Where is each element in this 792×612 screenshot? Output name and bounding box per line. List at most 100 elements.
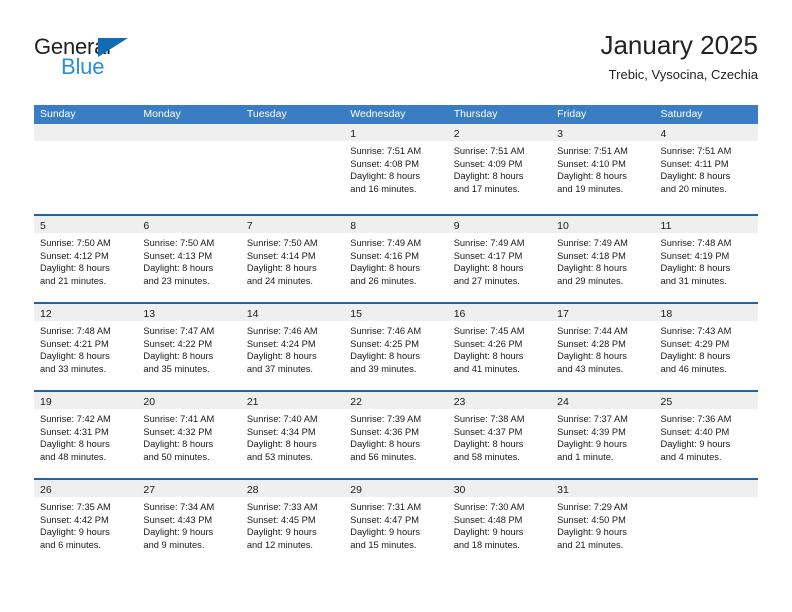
calendar-day-cell[interactable]: 5 Sunrise: 7:50 AM Sunset: 4:12 PM Daylight… xyxy=(34,216,138,302)
daylight-text-cont: and 23 minutes. xyxy=(143,275,210,286)
day-details: Sunrise: 7:33 AM Sunset: 4:45 PM Daylight:… xyxy=(241,497,344,551)
sunrise-text: Sunrise: 7:38 AM xyxy=(453,414,525,424)
daylight-text: Daylight: 9 hours xyxy=(246,527,317,538)
daylight-text-cont: and 53 minutes. xyxy=(246,451,313,462)
day-details xyxy=(241,141,344,145)
calendar-day-cell[interactable]: 18 Sunrise: 7:43 AM Sunset: 4:29 PM Dayligh… xyxy=(654,304,758,390)
sunrise-text: Sunrise: 7:48 AM xyxy=(660,238,732,248)
calendar-day-cell[interactable]: 23 Sunrise: 7:38 AM Sunset: 4:37 PM Dayligh… xyxy=(447,392,552,478)
calendar-day-cell[interactable]: 24 Sunrise: 7:37 AM Sunset: 4:39 PM Dayligh… xyxy=(551,392,655,478)
calendar-day-cell[interactable]: 16 Sunrise: 7:45 AM Sunset: 4:26 PM Dayligh… xyxy=(447,304,552,390)
weekday-header-friday: Friday xyxy=(557,108,587,120)
sunset-text: Sunset: 4:28 PM xyxy=(557,338,626,349)
day-number: 31 xyxy=(557,484,569,496)
daylight-text: Daylight: 8 hours xyxy=(40,351,110,362)
sunset-text: Sunset: 4:45 PM xyxy=(246,514,316,525)
calendar-day-cell[interactable]: 1 Sunrise: 7:51 AM Sunset: 4:08 PM Daylight… xyxy=(344,124,448,214)
daylight-text-cont: and 26 minutes. xyxy=(350,275,417,286)
day-number-band xyxy=(34,124,138,141)
calendar-day-cell[interactable]: 28 Sunrise: 7:33 AM Sunset: 4:45 PM Dayligh… xyxy=(240,480,345,566)
page-header: General Blue January 2025 Trebic, Vysoci… xyxy=(34,28,758,100)
day-number-band xyxy=(240,124,345,141)
sunrise-text: Sunrise: 7:42 AM xyxy=(40,414,111,424)
daylight-text: Daylight: 8 hours xyxy=(557,351,627,362)
calendar-day-cell[interactable]: 29 Sunrise: 7:31 AM Sunset: 4:47 PM Dayligh… xyxy=(344,480,448,566)
daylight-text: Daylight: 8 hours xyxy=(660,171,731,182)
sunrise-text: Sunrise: 7:40 AM xyxy=(246,414,318,424)
day-number-band: 3 xyxy=(551,124,655,141)
calendar-day-cell[interactable]: 26 Sunrise: 7:35 AM Sunset: 4:42 PM Dayligh… xyxy=(34,480,138,566)
calendar-day-cell[interactable]: 21 Sunrise: 7:40 AM Sunset: 4:34 PM Dayligh… xyxy=(240,392,345,478)
calendar-day-cell[interactable]: 15 Sunrise: 7:46 AM Sunset: 4:25 PM Dayligh… xyxy=(344,304,448,390)
day-number: 3 xyxy=(557,128,563,140)
daylight-text-cont: and 43 minutes. xyxy=(557,363,624,374)
calendar-day-cell[interactable]: 12 Sunrise: 7:48 AM Sunset: 4:21 PM Dayligh… xyxy=(34,304,138,390)
sunrise-text: Sunrise: 7:51 AM xyxy=(453,146,525,156)
calendar-day-cell[interactable]: 7 Sunrise: 7:50 AM Sunset: 4:14 PM Daylight… xyxy=(240,216,345,302)
daylight-text: Daylight: 8 hours xyxy=(143,351,214,362)
calendar-day-cell[interactable]: 17 Sunrise: 7:44 AM Sunset: 4:28 PM Dayligh… xyxy=(551,304,655,390)
daylight-text: Daylight: 8 hours xyxy=(453,263,524,274)
day-number: 7 xyxy=(246,220,253,232)
daylight-text-cont: and 1 minute. xyxy=(557,451,614,462)
day-number: 1 xyxy=(350,128,357,140)
day-details: Sunrise: 7:50 AM Sunset: 4:14 PM Daylight:… xyxy=(241,233,344,287)
weekday-header-row: Sunday Monday Tuesday Wednesday Thursday Frid… xyxy=(34,105,758,124)
weekday-header-tuesday: Tuesday xyxy=(246,108,287,120)
calendar-day-cell[interactable]: 10 Sunrise: 7:49 AM Sunset: 4:18 PM Dayligh… xyxy=(551,216,655,302)
day-details: Sunrise: 7:49 AM Sunset: 4:18 PM Daylight:… xyxy=(551,233,654,287)
calendar-day-cell[interactable]: 4 Sunrise: 7:51 AM Sunset: 4:11 PM Daylight… xyxy=(654,124,758,214)
day-number-band: 14 xyxy=(240,304,345,321)
calendar-day-cell[interactable]: 2 Sunrise: 7:51 AM Sunset: 4:09 PM Daylight… xyxy=(447,124,552,214)
weekday-header-saturday: Saturday xyxy=(660,108,703,120)
sunrise-text: Sunrise: 7:43 AM xyxy=(660,326,732,336)
calendar-day-cell[interactable]: 13 Sunrise: 7:47 AM Sunset: 4:22 PM Dayligh… xyxy=(137,304,241,390)
calendar-day-cell[interactable]: 30 Sunrise: 7:30 AM Sunset: 4:48 PM Dayligh… xyxy=(447,480,552,566)
sunset-text: Sunset: 4:50 PM xyxy=(557,514,626,525)
day-details: Sunrise: 7:37 AM Sunset: 4:39 PM Daylight:… xyxy=(551,409,654,463)
calendar-day-cell[interactable]: 25 Sunrise: 7:36 AM Sunset: 4:40 PM Dayligh… xyxy=(654,392,758,478)
daylight-text: Daylight: 8 hours xyxy=(40,263,110,274)
sunset-text: Sunset: 4:19 PM xyxy=(660,250,730,261)
sunrise-text: Sunrise: 7:49 AM xyxy=(453,238,525,248)
sunset-text: Sunset: 4:37 PM xyxy=(453,426,523,437)
day-details: Sunrise: 7:40 AM Sunset: 4:34 PM Daylight:… xyxy=(241,409,344,463)
sunset-text: Sunset: 4:24 PM xyxy=(246,338,316,349)
calendar-day-cell[interactable]: 11 Sunrise: 7:48 AM Sunset: 4:19 PM Dayligh… xyxy=(654,216,758,302)
calendar-day-cell[interactable]: 6 Sunrise: 7:50 AM Sunset: 4:13 PM Daylight… xyxy=(137,216,241,302)
day-details: Sunrise: 7:51 AM Sunset: 4:10 PM Daylight:… xyxy=(551,141,654,195)
calendar-day-cell[interactable]: 9 Sunrise: 7:49 AM Sunset: 4:17 PM Daylight… xyxy=(447,216,552,302)
daylight-text-cont: and 35 minutes. xyxy=(143,363,210,374)
sunset-text: Sunset: 4:40 PM xyxy=(660,426,730,437)
day-number-band: 9 xyxy=(447,216,552,233)
calendar-day-cell[interactable]: 27 Sunrise: 7:34 AM Sunset: 4:43 PM Dayligh… xyxy=(137,480,241,566)
day-details: Sunrise: 7:36 AM Sunset: 4:40 PM Daylight:… xyxy=(655,409,758,463)
calendar-day-cell[interactable]: 22 Sunrise: 7:39 AM Sunset: 4:36 PM Dayligh… xyxy=(344,392,448,478)
day-number-band: 30 xyxy=(447,480,552,497)
sunset-text: Sunset: 4:22 PM xyxy=(143,338,213,349)
day-number-band: 17 xyxy=(551,304,655,321)
daylight-text-cont: and 12 minutes. xyxy=(246,539,313,550)
calendar-day-cell[interactable]: 3 Sunrise: 7:51 AM Sunset: 4:10 PM Daylight… xyxy=(551,124,655,214)
daylight-text-cont: and 29 minutes. xyxy=(557,275,624,286)
daylight-text: Daylight: 9 hours xyxy=(350,527,421,538)
calendar-day-cell[interactable]: 31 Sunrise: 7:29 AM Sunset: 4:50 PM Dayligh… xyxy=(551,480,655,566)
title-block: January 2025 Trebic, Vysocina, Czechia xyxy=(600,28,758,85)
sunset-text: Sunset: 4:13 PM xyxy=(143,250,213,261)
daylight-text-cont: and 33 minutes. xyxy=(40,363,107,374)
day-number: 22 xyxy=(350,396,362,408)
sunset-text: Sunset: 4:39 PM xyxy=(557,426,626,437)
calendar-day-cell[interactable]: 20 Sunrise: 7:41 AM Sunset: 4:32 PM Dayligh… xyxy=(137,392,241,478)
calendar-day-cell[interactable]: 14 Sunrise: 7:46 AM Sunset: 4:24 PM Dayligh… xyxy=(240,304,345,390)
day-details: Sunrise: 7:46 AM Sunset: 4:25 PM Daylight:… xyxy=(344,321,447,375)
calendar-day-cell[interactable]: 8 Sunrise: 7:49 AM Sunset: 4:16 PM Daylight… xyxy=(344,216,448,302)
daylight-text-cont: and 50 minutes. xyxy=(143,451,210,462)
sunset-text: Sunset: 4:34 PM xyxy=(246,426,316,437)
sunset-text: Sunset: 4:32 PM xyxy=(143,426,213,437)
day-number: 11 xyxy=(660,220,672,232)
daylight-text: Daylight: 8 hours xyxy=(453,439,524,450)
sunrise-text: Sunrise: 7:49 AM xyxy=(350,238,422,248)
daylight-text: Daylight: 9 hours xyxy=(40,527,110,538)
day-details: Sunrise: 7:30 AM Sunset: 4:48 PM Daylight:… xyxy=(448,497,551,551)
calendar-day-cell[interactable]: 19 Sunrise: 7:42 AM Sunset: 4:31 PM Dayligh… xyxy=(34,392,138,478)
